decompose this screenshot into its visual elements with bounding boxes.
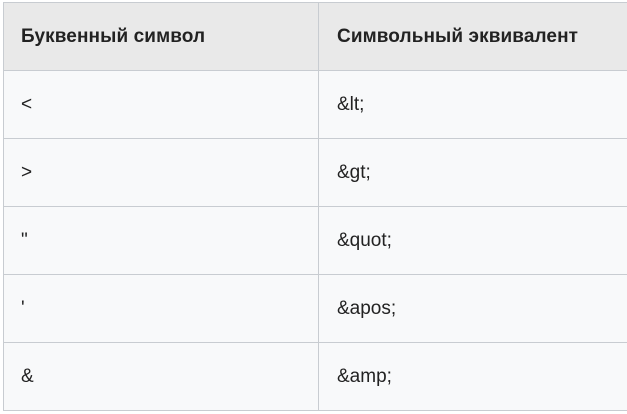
table-row: < &lt; xyxy=(4,71,627,139)
table-row: ' &apos; xyxy=(4,275,627,343)
cell-entity: &gt; xyxy=(319,139,627,207)
table-row: > &gt; xyxy=(4,139,627,207)
table-row: " &quot; xyxy=(4,207,627,275)
entity-table: Буквенный символ Символьный эквивалент <… xyxy=(3,2,627,411)
column-header-entity-equivalent: Символьный эквивалент xyxy=(319,3,627,71)
cell-entity: &amp; xyxy=(319,343,627,411)
cell-entity: &lt; xyxy=(319,71,627,139)
cell-symbol: & xyxy=(4,343,319,411)
table-row: & &amp; xyxy=(4,343,627,411)
cell-entity: &quot; xyxy=(319,207,627,275)
cell-symbol: " xyxy=(4,207,319,275)
cell-symbol: < xyxy=(4,71,319,139)
cell-symbol: > xyxy=(4,139,319,207)
column-header-letter-symbol: Буквенный символ xyxy=(4,3,319,71)
entity-table-container: Буквенный символ Символьный эквивалент <… xyxy=(0,2,627,414)
table-header-row: Буквенный символ Символьный эквивалент xyxy=(4,3,627,71)
cell-symbol: ' xyxy=(4,275,319,343)
cell-entity: &apos; xyxy=(319,275,627,343)
